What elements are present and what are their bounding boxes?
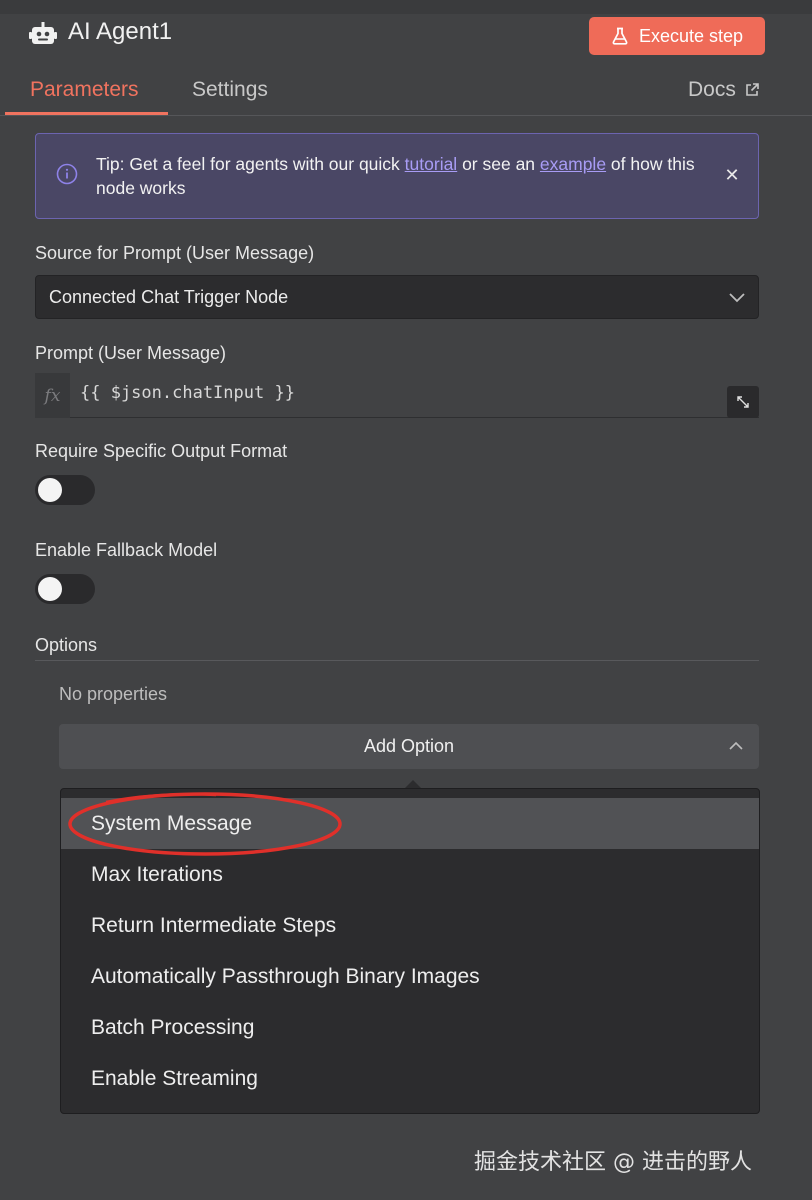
close-icon[interactable]: ✕ <box>722 165 742 185</box>
add-option-menu: System Message Max Iterations Return Int… <box>60 788 760 1114</box>
info-icon <box>56 163 78 185</box>
node-header: AI Agent1 Execute step <box>0 0 812 68</box>
watermark-text: 掘金技术社区 @ 进击的野人 <box>474 1150 752 1175</box>
execute-step-button[interactable]: Execute step <box>589 17 765 55</box>
prompt-input[interactable]: {{ $json.chatInput }} <box>70 373 759 418</box>
robot-icon <box>29 22 57 44</box>
options-label: Options <box>35 635 98 655</box>
toggle-knob <box>38 478 62 502</box>
menu-item-batch-processing[interactable]: Batch Processing <box>61 1002 759 1053</box>
source-prompt-label: Source for Prompt (User Message) <box>35 243 315 263</box>
menu-item-max-iterations[interactable]: Max Iterations <box>61 849 759 900</box>
tab-divider <box>0 115 812 116</box>
add-option-label: Add Option <box>363 736 455 756</box>
chevron-down-icon <box>729 293 745 303</box>
external-link-icon <box>746 83 759 96</box>
no-properties-text: No properties <box>59 684 168 704</box>
prompt-expression-field: fx {{ $json.chatInput }} <box>35 373 759 418</box>
tip-middle: or see an <box>457 154 540 174</box>
menu-item-enable-streaming[interactable]: Enable Streaming <box>61 1053 759 1104</box>
add-option-button[interactable]: Add Option <box>59 724 759 769</box>
tab-parameters[interactable]: Parameters <box>30 78 139 102</box>
docs-label: Docs <box>688 78 736 101</box>
output-format-label: Require Specific Output Format <box>35 441 288 461</box>
flask-icon <box>612 27 628 45</box>
toggle-knob <box>38 577 62 601</box>
menu-item-passthrough-binary-images[interactable]: Automatically Passthrough Binary Images <box>61 951 759 1002</box>
node-title: AI Agent1 <box>68 18 173 45</box>
execute-step-label: Execute step <box>638 25 744 46</box>
docs-link[interactable]: Docs <box>688 78 760 102</box>
tip-banner: Tip: Get a feel for agents with our quic… <box>35 133 759 219</box>
output-format-toggle[interactable] <box>35 475 95 505</box>
tab-bar: Parameters Settings Docs <box>0 68 812 116</box>
expand-icon <box>737 396 749 408</box>
tip-prefix: Tip: Get a feel for agents with our quic… <box>96 154 405 174</box>
expand-editor-button[interactable] <box>727 386 759 418</box>
source-prompt-select[interactable]: Connected Chat Trigger Node <box>35 275 759 319</box>
source-prompt-value: Connected Chat Trigger Node <box>49 287 289 307</box>
tutorial-link[interactable]: tutorial <box>405 154 458 174</box>
menu-item-system-message[interactable]: System Message <box>61 798 759 849</box>
tab-settings[interactable]: Settings <box>192 78 268 102</box>
fx-icon: fx <box>35 373 70 418</box>
tip-text: Tip: Get a feel for agents with our quic… <box>96 152 696 200</box>
fallback-model-toggle[interactable] <box>35 574 95 604</box>
chevron-up-icon <box>729 741 743 750</box>
menu-item-return-intermediate-steps[interactable]: Return Intermediate Steps <box>61 900 759 951</box>
options-divider <box>35 660 759 661</box>
prompt-label: Prompt (User Message) <box>35 343 227 363</box>
fallback-model-label: Enable Fallback Model <box>35 540 218 560</box>
example-link[interactable]: example <box>540 154 606 174</box>
